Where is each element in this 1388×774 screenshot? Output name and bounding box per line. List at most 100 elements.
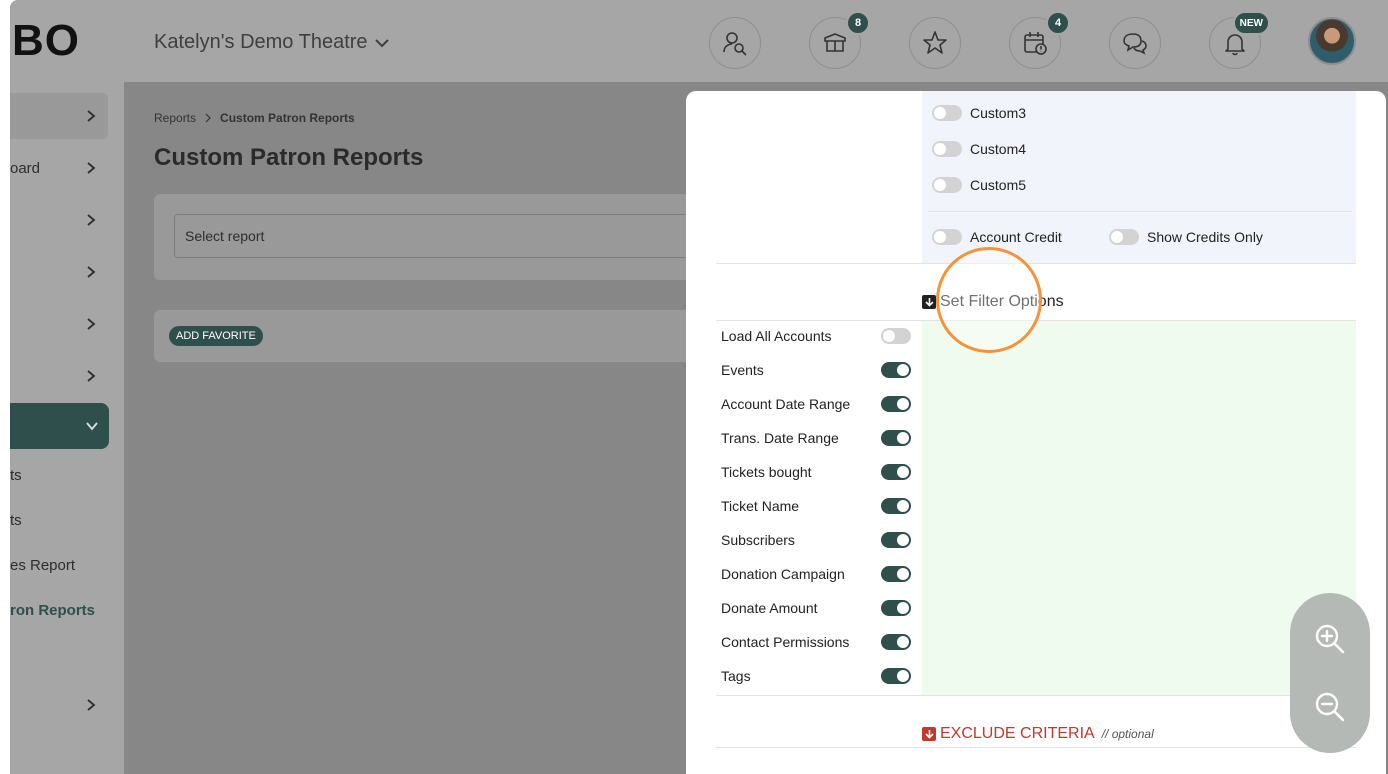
chevron-right-icon [87,266,96,278]
avatar[interactable] [1308,17,1356,65]
app-frame: BO Katelyn's Demo Theatre 8 4 NEW oard t… [10,0,1388,774]
top-header: BO Katelyn's Demo Theatre 8 4 NEW [10,0,1388,82]
breadcrumb: Reports Custom Patron Reports [154,111,355,125]
sidebar-item-6[interactable] [10,353,108,399]
divider [716,695,1356,696]
donation-campaign-toggle[interactable] [881,566,911,582]
divider [928,211,1352,212]
contact-permissions-toggle[interactable] [881,634,911,650]
messages-button[interactable] [1109,17,1161,69]
venue-name: Katelyn's Demo Theatre [154,31,368,53]
custom3-row: Custom3 [932,105,1026,121]
filter-label: Account Date Range [721,396,851,412]
calendar-alert-button[interactable]: 4 [1009,11,1070,69]
chevron-right-icon [87,318,96,330]
sidebar-item-reports[interactable] [10,403,109,449]
filter-row: Contact Permissions [721,632,911,652]
zoom-controls [1290,593,1370,753]
subscribers-toggle[interactable] [881,532,911,548]
tickets-bought-toggle[interactable] [881,464,911,480]
patron-search-button[interactable] [709,17,761,69]
account-credit-toggle[interactable] [932,229,962,245]
box-button[interactable]: 8 [809,11,870,69]
zoom-in-button[interactable] [1312,621,1348,657]
account-credit-label: Account Credit [970,229,1062,245]
donate-amount-toggle[interactable] [881,600,911,616]
add-favorite-button[interactable]: ADD FAVORITE [169,326,263,346]
divider [716,747,1356,748]
sidebar-item-bottom[interactable] [10,682,108,728]
tags-toggle[interactable] [881,668,911,684]
favorites-card: ADD FAVORITE [154,310,714,362]
show-credits-only-toggle[interactable] [1109,229,1139,245]
filter-row: Load All Accounts [721,326,911,346]
filter-label: Load All Accounts [721,328,832,344]
chevron-right-icon [87,214,96,226]
notifications-button[interactable]: NEW [1209,11,1270,69]
filter-label: Events [721,362,764,378]
chat-icon [1123,33,1147,55]
filter-label: Trans. Date Range [721,430,839,446]
box-badge: 8 [846,11,870,35]
filter-row: Ticket Name [721,496,911,516]
filter-row: Donation Campaign [721,564,911,584]
sidebar-subitem-2[interactable]: ts [10,512,22,529]
chevron-right-icon [87,162,96,174]
filter-row: Trans. Date Range [721,428,911,448]
chevron-down-icon [86,422,98,431]
custom4-row: Custom4 [932,141,1026,157]
ticket-name-toggle[interactable] [881,498,911,514]
sidebar: oard ts ts es Report ron Reports [10,82,124,774]
custom5-row: Custom5 [932,177,1026,193]
chevron-right-icon [87,699,96,711]
patron-search-icon [723,32,747,56]
zoom-in-icon [1315,624,1345,654]
filter-label: Tickets bought [721,464,812,480]
exclude-criteria-heading[interactable]: EXCLUDE CRITERIA // optional [922,725,1154,743]
sidebar-item-5[interactable] [10,301,108,347]
app-logo[interactable]: BO [12,16,80,66]
trans-date-range-toggle[interactable] [881,430,911,446]
sidebar-item-1[interactable] [10,93,108,139]
venue-selector[interactable]: Katelyn's Demo Theatre [154,31,390,54]
filter-row: Tags [721,666,911,686]
click-highlight [936,247,1042,353]
custom5-toggle[interactable] [932,177,962,193]
filter-label: Ticket Name [721,498,800,514]
events-toggle[interactable] [881,362,911,378]
sidebar-item-4[interactable] [10,249,108,295]
sidebar-item-3[interactable] [10,197,108,243]
breadcrumb-current: Custom Patron Reports [220,111,355,125]
divider [716,263,1356,264]
show-credits-only-label: Show Credits Only [1147,229,1263,245]
exclude-optional-note: // optional [1101,727,1154,741]
zoom-out-icon [1315,692,1345,722]
favorites-button[interactable] [909,17,961,69]
filter-label: Donation Campaign [721,566,845,582]
sidebar-subitem-3[interactable]: es Report [10,557,75,574]
select-report-dropdown[interactable]: Select report [174,214,714,258]
sidebar-subitem-custom-patron-reports[interactable]: ron Reports [10,602,95,619]
breadcrumb-parent[interactable]: Reports [154,111,196,125]
sidebar-item-dashboard[interactable]: oard [10,145,108,191]
custom4-toggle[interactable] [932,141,962,157]
sidebar-item-label: oard [10,159,41,177]
chevron-down-icon [374,38,389,47]
show-credits-only-row: Show Credits Only [1109,229,1263,245]
filter-label: Tags [721,668,751,684]
account-date-range-toggle[interactable] [881,396,911,412]
exclude-criteria-label: EXCLUDE CRITERIA [940,725,1095,742]
calendar-alert-icon [1024,32,1047,55]
chevron-right-icon [87,110,96,122]
download-arrow-icon [922,727,936,741]
box-icon [824,33,846,52]
page-title: Custom Patron Reports [154,144,424,171]
calendar-badge: 4 [1046,11,1070,35]
sidebar-subitem-1[interactable]: ts [10,467,22,484]
filter-row: Tickets bought [721,462,911,482]
load-all-accounts-toggle[interactable] [881,328,911,344]
filter-row: Subscribers [721,530,911,550]
filter-label: Donate Amount [721,600,818,616]
zoom-out-button[interactable] [1312,689,1348,725]
custom3-toggle[interactable] [932,105,962,121]
